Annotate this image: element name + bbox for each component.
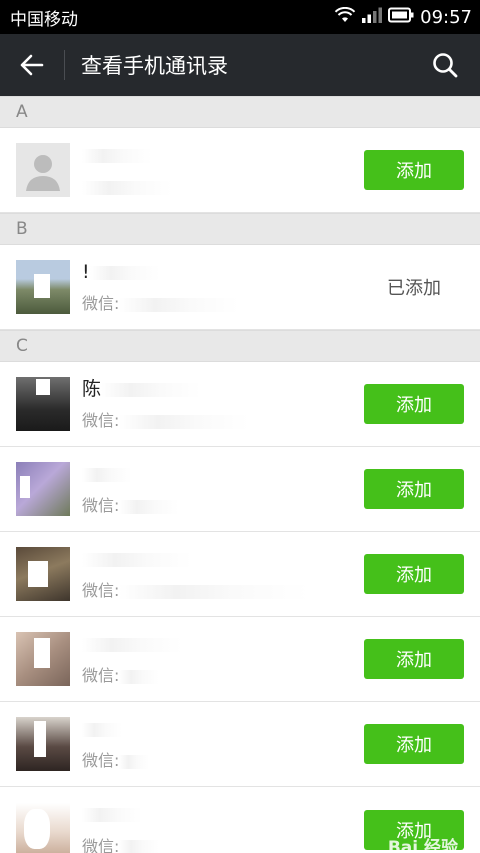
added-label: 已添加	[387, 278, 441, 299]
contact-wechat: 微信:	[82, 581, 364, 601]
app-bar: 查看手机通讯录	[0, 34, 480, 96]
contact-wechat	[82, 177, 364, 197]
contact-row: ! 微信: 已添加	[0, 245, 480, 330]
add-button[interactable]: 添加	[364, 554, 464, 594]
contact-wechat: 微信:	[82, 496, 364, 516]
search-button[interactable]	[410, 34, 480, 96]
status-bar: 中国移动 09:57	[0, 0, 480, 34]
section-header-c: C	[0, 330, 480, 362]
contact-name	[82, 803, 364, 827]
section-header-a: A	[0, 96, 480, 128]
contact-avatar	[16, 547, 70, 601]
contact-avatar	[16, 717, 70, 771]
page-title: 查看手机通讯录	[81, 54, 228, 78]
contact-name	[82, 717, 364, 741]
watermark: Bai 经验	[387, 838, 458, 853]
contact-name	[82, 462, 364, 486]
add-button[interactable]: 添加	[364, 469, 464, 509]
contact-name	[82, 547, 364, 571]
contact-avatar	[16, 377, 70, 431]
clock: 09:57	[420, 6, 472, 28]
section-header-b: B	[0, 213, 480, 245]
contact-avatar	[16, 462, 70, 516]
add-button[interactable]: 添加	[364, 724, 464, 764]
contact-row: 微信: 添加	[0, 702, 480, 787]
default-avatar-icon	[16, 143, 70, 197]
back-arrow-icon	[20, 54, 44, 76]
add-button[interactable]: 添加	[364, 639, 464, 679]
contact-name	[82, 143, 364, 167]
contact-row: 微信: 添加	[0, 447, 480, 532]
add-button[interactable]: 添加	[364, 150, 464, 190]
contact-name	[82, 632, 364, 656]
contact-wechat: 微信:	[82, 837, 364, 853]
back-button[interactable]	[0, 34, 64, 96]
contact-row: 微信: 添加 Bai 经验	[0, 787, 480, 853]
contact-avatar	[16, 632, 70, 686]
contact-row: 陈 微信: 添加	[0, 362, 480, 447]
signal-icon	[362, 7, 383, 28]
contact-row: 微信: 添加	[0, 532, 480, 617]
add-button[interactable]: 添加	[364, 384, 464, 424]
battery-icon	[388, 7, 414, 28]
contact-name: 陈	[82, 377, 364, 401]
contact-name: !	[82, 260, 364, 284]
wifi-icon	[334, 6, 356, 28]
contact-wechat: 微信:	[82, 411, 364, 431]
contact-row: 添加	[0, 128, 480, 213]
contact-row: 微信: 添加	[0, 617, 480, 702]
contact-wechat: 微信:	[82, 294, 364, 314]
contact-avatar	[16, 802, 70, 853]
contact-wechat: 微信:	[82, 751, 364, 771]
search-icon	[433, 53, 458, 78]
carrier-label: 中国移动	[10, 9, 78, 30]
contact-wechat: 微信:	[82, 666, 364, 686]
contact-avatar	[16, 260, 70, 314]
